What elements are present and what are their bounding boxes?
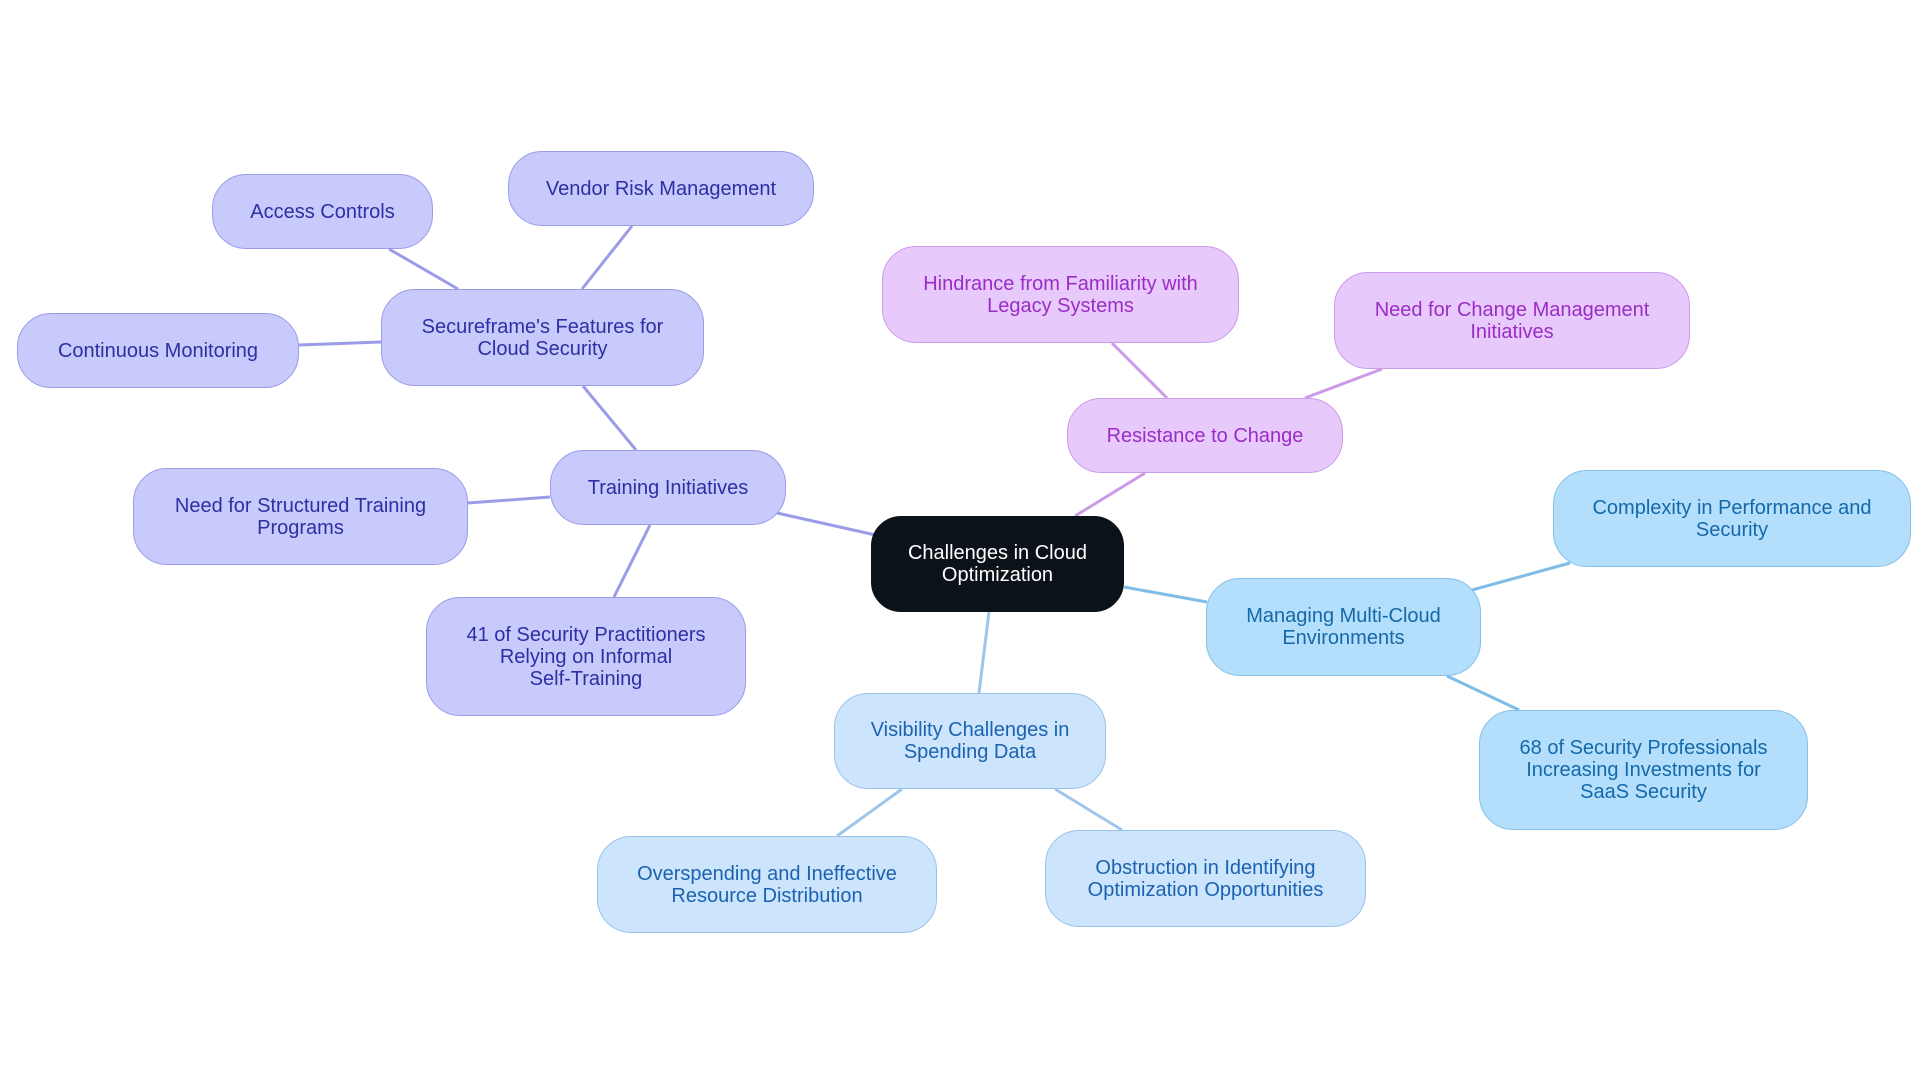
node-label: Resistance to Change <box>1106 424 1304 447</box>
node-access-controls: Access Controls <box>212 174 433 249</box>
node-saas-security-investments: 68 of Security Professionals Increasing … <box>1479 710 1808 830</box>
root-node-challenges-in-cloud-optimization: Challenges in Cloud Optimization <box>871 516 1124 612</box>
node-multi-cloud-environments: Managing Multi-Cloud Environments <box>1206 578 1481 676</box>
edge-resistance-changemgmt <box>1304 367 1383 400</box>
node-secureframe-features: Secureframe's Features for Cloud Securit… <box>381 289 704 386</box>
edge-secureframe-vendor <box>580 225 634 290</box>
edge-multicloud-complexity <box>1471 561 1571 592</box>
node-label: Access Controls <box>250 200 395 223</box>
node-performance-security-complexity: Complexity in Performance and Security <box>1553 470 1911 567</box>
edge-training-secureframe <box>581 385 638 451</box>
edge-secureframe-access <box>388 247 459 291</box>
node-label: Overspending and Ineffective Resource Di… <box>637 862 897 907</box>
edge-root-visibility <box>977 611 991 694</box>
node-continuous-monitoring: Continuous Monitoring <box>17 313 299 388</box>
node-label: Hindrance from Familiarity with Legacy S… <box>923 272 1198 317</box>
node-label: Continuous Monitoring <box>57 339 259 362</box>
node-visibility-spending-data: Visibility Challenges in Spending Data <box>834 693 1106 789</box>
node-optimization-opportunities-obstruction: Obstruction in Identifying Optimization … <box>1045 830 1366 927</box>
node-training-initiatives: Training Initiatives <box>550 450 786 525</box>
node-change-management: Need for Change Management Initiatives <box>1334 272 1690 369</box>
node-label: Complexity in Performance and Security <box>1592 496 1872 541</box>
node-label: Managing Multi-Cloud Environments <box>1246 605 1441 649</box>
node-label: 41 of Security Practitioners Relying on … <box>466 623 706 690</box>
node-label: Need for Structured Training Programs <box>174 494 427 539</box>
node-label: Vendor Risk Management <box>545 177 777 200</box>
node-label: Secureframe's Features for Cloud Securit… <box>421 315 664 360</box>
edge-visibility-obstruction <box>1054 787 1123 832</box>
node-label: Obstruction in Identifying Optimization … <box>1087 856 1324 901</box>
node-legacy-systems-hindrance: Hindrance from Familiarity with Legacy S… <box>882 246 1239 343</box>
node-overspending-resource-distribution: Overspending and Ineffective Resource Di… <box>597 836 937 933</box>
node-label: Visibility Challenges in Spending Data <box>870 719 1070 763</box>
root-node-label: Challenges in Cloud Optimization <box>907 542 1087 586</box>
edge-resistance-hindrance <box>1110 341 1169 400</box>
edge-root-resistance <box>1074 471 1146 518</box>
node-label: Need for Change Management Initiatives <box>1374 298 1650 343</box>
node-resistance-to-change: Resistance to Change <box>1067 398 1343 473</box>
edge-training-practitioners <box>612 524 652 598</box>
node-label: 68 of Security Professionals Increasing … <box>1519 737 1768 803</box>
edge-training-structured <box>467 495 551 505</box>
node-security-practitioners-self-training: 41 of Security Practitioners Relying on … <box>426 597 746 716</box>
edge-multicloud-professionals <box>1446 674 1520 712</box>
edge-root-training <box>776 511 881 538</box>
node-vendor-risk-management: Vendor Risk Management <box>508 151 814 226</box>
edge-visibility-overspending <box>836 787 903 838</box>
node-label: Training Initiatives <box>587 476 749 499</box>
edge-root-multicloud <box>1123 585 1208 604</box>
edge-secureframe-monitoring <box>298 340 382 347</box>
node-structured-training: Need for Structured Training Programs <box>133 468 468 565</box>
